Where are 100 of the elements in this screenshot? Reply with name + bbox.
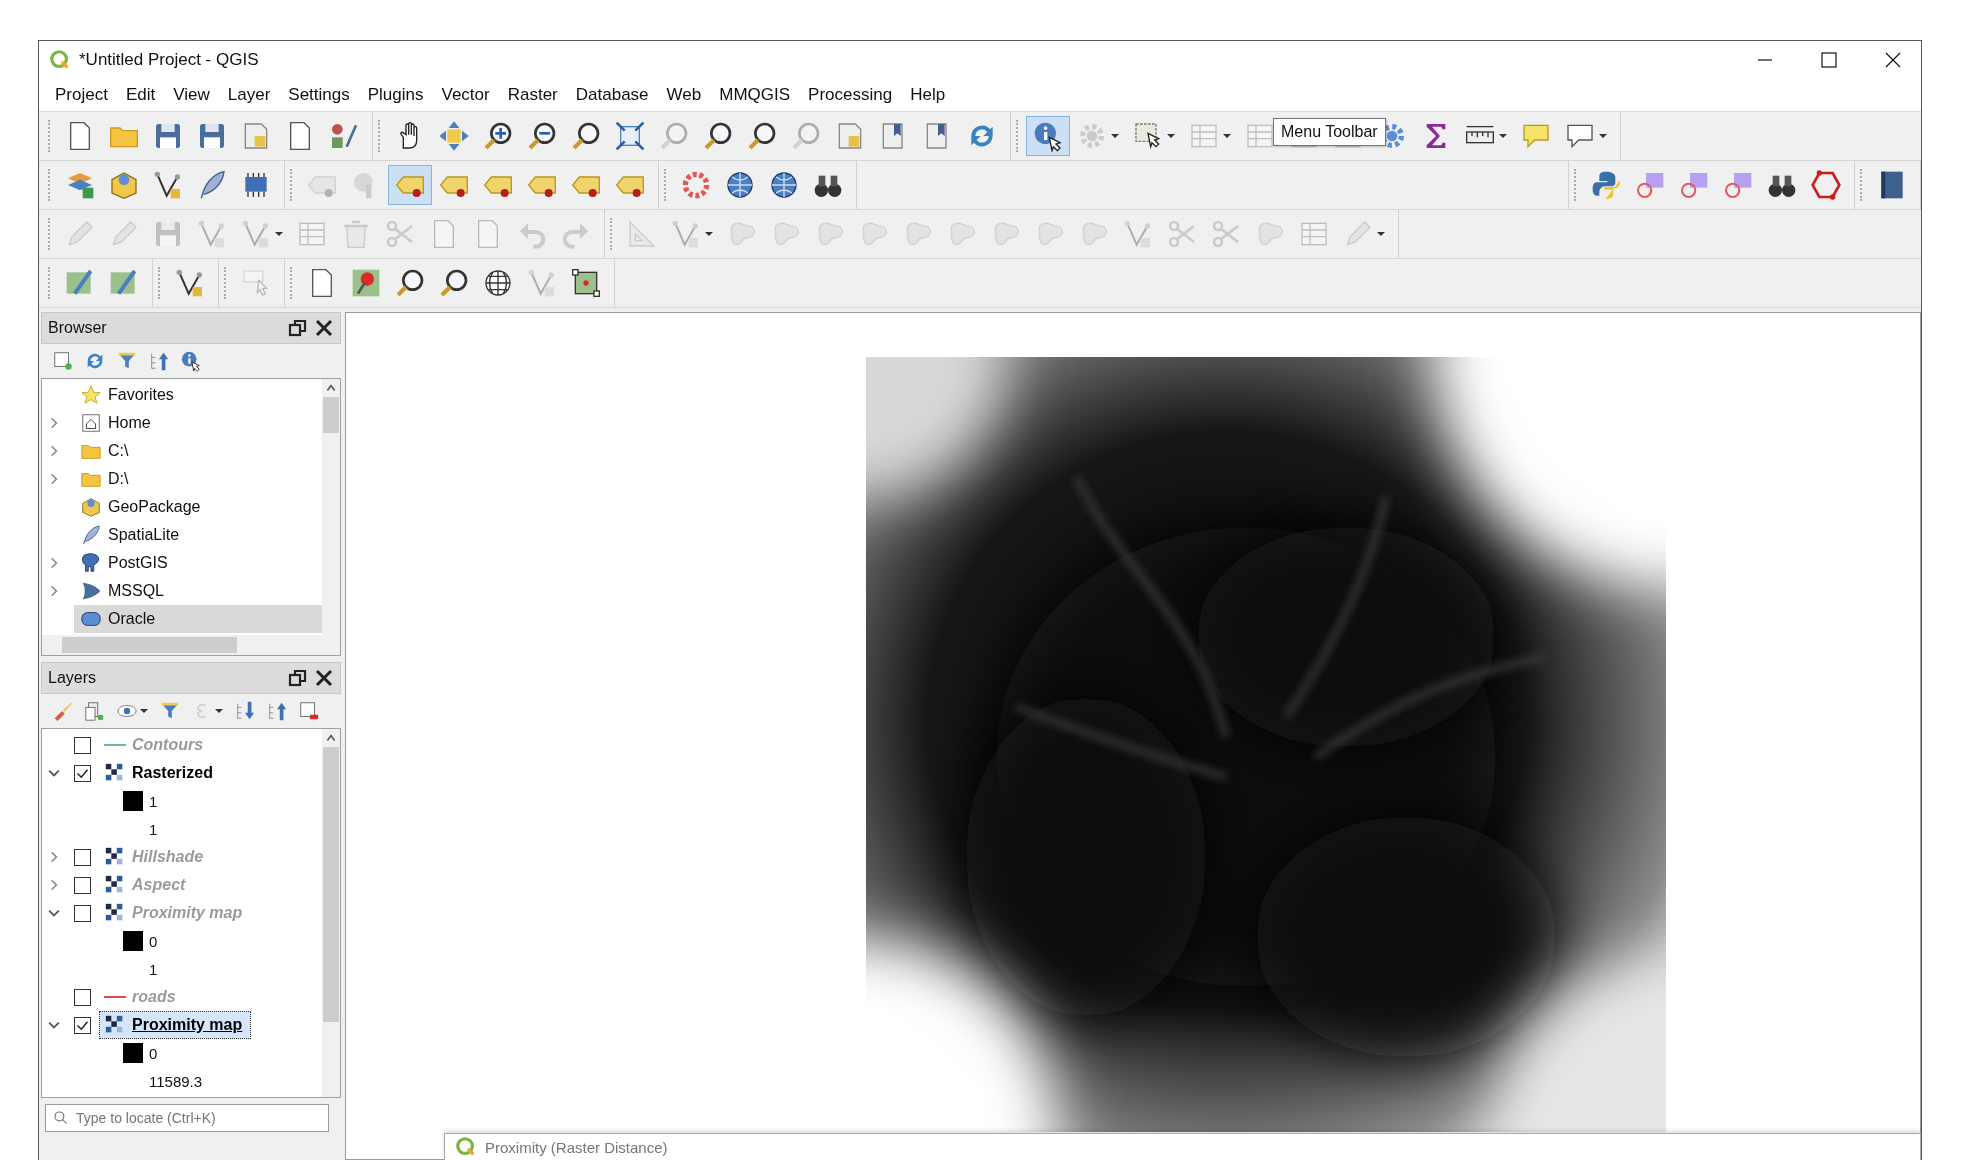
tree-item[interactable]: D:\ [74,465,322,493]
tree-item[interactable]: MSSQL [74,577,322,605]
menu-item[interactable]: Processing [800,82,901,108]
magnifier-icon [702,120,734,152]
maximize-icon[interactable] [1819,50,1839,70]
home-icon [80,412,102,434]
hexagon-icon [1810,169,1842,201]
float-icon[interactable] [288,318,308,338]
info-icon [180,350,202,372]
magnifier-icon [570,120,602,152]
caret-icon [274,229,284,239]
legend-label: 0 [149,1044,158,1062]
legend-label: 1 [149,960,158,978]
scroll-thumb[interactable] [323,397,339,433]
menu-item[interactable]: View [165,82,218,108]
scrollbar[interactable] [322,379,340,635]
caret-icon [1598,131,1608,141]
caret-icon [139,706,149,716]
expand-icon [614,120,646,152]
tree-item[interactable]: Oracle [74,605,322,633]
legend-label: 11589.3 [149,1072,203,1090]
checkbox[interactable] [74,1016,91,1034]
map-canvas[interactable] [345,312,1921,1160]
tree-down-icon [234,700,256,722]
tree-item[interactable]: Home [74,409,322,437]
checkbox[interactable] [74,848,91,866]
tree-item[interactable]: Proximity map [99,1011,252,1039]
brush-icon [52,700,74,722]
menu-item[interactable]: MMQGIS [711,82,799,108]
caret-icon [1498,131,1508,141]
grid-globe-icon [482,267,514,299]
checkbox[interactable] [74,988,91,1006]
tree-item[interactable]: Favorites [74,381,322,409]
tree-item[interactable]: PostGIS [74,549,322,577]
close-icon[interactable] [314,668,334,688]
magnifier-icon [394,267,426,299]
magnifier-icon [658,120,690,152]
checkbox[interactable] [74,764,91,782]
frame-icon [570,267,602,299]
tooltip: Menu Toolbar [1273,118,1386,146]
scroll-thumb[interactable] [323,747,339,1022]
menu-item[interactable]: Help [902,82,954,108]
panel-title: Browser [48,319,107,337]
magnifier-icon [438,267,470,299]
globe-icon [768,169,800,201]
menu-item[interactable]: Raster [499,82,566,108]
float-icon[interactable] [288,668,308,688]
pin-icon [350,267,382,299]
checkbox[interactable] [74,736,91,754]
magnifier-icon [746,120,778,152]
remove-icon [298,700,320,722]
toolbar-button[interactable] [1026,116,1070,156]
color-swatch [123,931,143,951]
move-icon [438,120,470,152]
color-swatch [123,791,143,811]
app-logo-icon [49,49,71,71]
close-icon[interactable] [314,318,334,338]
caret-icon [1222,131,1232,141]
tree-item[interactable]: Rasterized [99,759,222,787]
caret-icon [214,706,224,716]
menu-item[interactable]: Settings [280,82,358,108]
caret-icon [704,229,714,239]
search-field[interactable]: Type to locate (Ctrl+K) [45,1104,329,1132]
cube-icon [80,496,102,518]
zoom-out-icon [526,120,558,152]
menu-item[interactable]: Database [567,82,657,108]
tree-item[interactable]: SpatiaLite [74,521,322,549]
star-icon [80,384,102,406]
scrollbar[interactable] [42,635,340,655]
ring-icon [680,169,712,201]
info-icon [1032,120,1064,152]
menu-item[interactable]: Layer [219,82,279,108]
tree-item[interactable]: C:\ [74,437,322,465]
caret-icon [1110,131,1120,141]
magnifier-icon [790,120,822,152]
checkbox[interactable] [74,876,91,894]
feather-icon [80,524,102,546]
app-logo-icon [455,1136,477,1158]
dialog-title: Proximity (Raster Distance) [485,1138,668,1156]
menu-item[interactable]: Vector [433,82,498,108]
panel-title: Layers [48,669,97,687]
caret-icon [1166,131,1176,141]
menu-item[interactable]: Web [658,82,710,108]
window-title: *Untitled Project - QGIS [79,50,259,70]
zoom-in-icon [482,120,514,152]
search-icon [53,1110,69,1126]
caret-icon [1376,229,1386,239]
scroll-thumb[interactable] [62,637,237,653]
python-icon [1590,169,1622,201]
legend-label: 1 [149,820,158,838]
menu-item[interactable]: Project [47,82,116,108]
menu-item[interactable]: Plugins [359,82,432,108]
close-icon[interactable] [1883,50,1903,70]
checkbox[interactable] [74,904,91,922]
scrollbar[interactable] [322,729,340,1097]
globe-icon [724,169,756,201]
menu-item[interactable]: Edit [117,82,164,108]
tree-item[interactable]: GeoPackage [74,493,322,521]
color-swatch [123,1043,143,1063]
tree-up-icon [266,700,288,722]
